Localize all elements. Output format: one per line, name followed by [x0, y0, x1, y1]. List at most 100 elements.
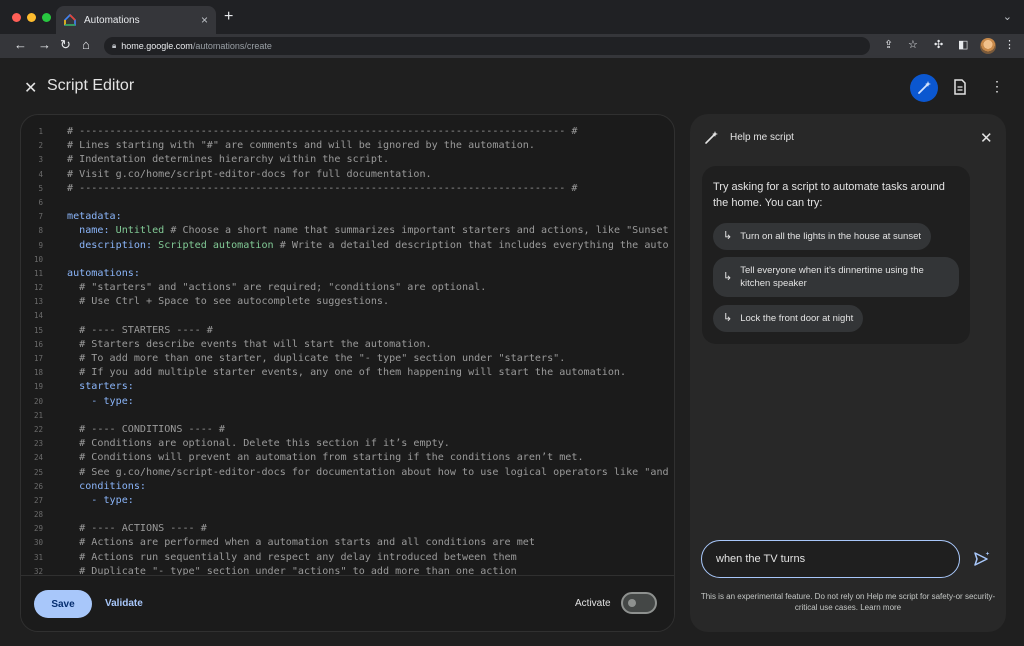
line-number: 29 [33, 524, 43, 534]
line-number: 13 [33, 297, 43, 307]
line-number: 12 [33, 283, 43, 293]
lock-icon: 🔒︎ [112, 41, 117, 50]
window-close-button[interactable] [12, 13, 21, 22]
code-line: 8 name: Untitled # Choose a short name t… [21, 224, 674, 238]
code-text: # ---- CONDITIONS ---- # [67, 423, 225, 437]
code-line: 26 conditions: [21, 480, 674, 494]
bookmark-star-icon[interactable]: ☆ [908, 38, 918, 51]
extensions-icon[interactable]: ✣ [934, 38, 943, 51]
code-line: 15 # ---- STARTERS ---- # [21, 324, 674, 338]
forward-arrow-icon[interactable]: → [38, 37, 51, 52]
code-text: description: Scripted automation # Write… [67, 239, 669, 253]
address-bar[interactable]: 🔒︎ home.google.com /automations/create [104, 37, 870, 55]
save-button[interactable]: Save [34, 590, 92, 618]
code-token-comment: # --------------------------------------… [67, 126, 578, 137]
line-number: 27 [33, 495, 43, 505]
line-number: 19 [33, 382, 43, 392]
suggestion-text: Lock the front door at night [740, 313, 854, 324]
close-icon[interactable]: ✕ [980, 129, 993, 147]
disclaimer-text: This is an experimental feature. Do not … [700, 592, 996, 612]
magic-wand-icon [705, 131, 718, 144]
code-token-comment: # Use Ctrl + Space to see autocomplete s… [67, 296, 390, 308]
close-icon[interactable]: ✕ [24, 78, 37, 98]
code-token-comment: # Lines starting with "#" are comments a… [67, 140, 535, 152]
window-maximize-button[interactable] [42, 13, 51, 22]
send-icon[interactable] [973, 550, 991, 568]
line-number: 1 [38, 127, 43, 136]
code-text: # ---- ACTIONS ---- # [67, 522, 207, 536]
url-host: home.google.com [121, 41, 193, 51]
back-arrow-icon[interactable]: ← [14, 37, 27, 52]
line-number: 3 [38, 155, 43, 165]
code-line: 4 # Visit g.co/home/script-editor-docs fo… [21, 168, 674, 182]
reload-icon[interactable]: ↻ [60, 37, 71, 53]
share-icon[interactable]: ⇪ [884, 38, 893, 51]
help-me-script-panel: Help me script ✕ Try asking for a script… [690, 114, 1006, 632]
code-line: 1 # -------------------------------------… [21, 125, 674, 139]
code-token-comment: # ---- ACTIONS ---- # [67, 523, 207, 535]
code-token-comment: # To add more than one starter, duplicat… [67, 353, 566, 364]
line-number: 8 [38, 226, 43, 236]
suggestion-chip[interactable]: ↳ Tell everyone when it’s dinnertime usi… [713, 257, 959, 297]
code-token-val: Untitled [115, 225, 165, 237]
code-line: 21 [21, 409, 674, 423]
code-text: # Conditions are optional. Delete this s… [67, 437, 450, 451]
document-icon[interactable] [953, 79, 967, 95]
code-text: # See g.co/home/script-editor-docs for d… [67, 466, 668, 480]
code-token-comment: # Indentation determines hierarchy withi… [67, 154, 390, 166]
code-line: 17 # To add more than one starter, dupli… [21, 352, 674, 366]
code-token-comment: # Write a detailed description that incl… [273, 239, 669, 251]
line-number: 26 [33, 481, 43, 491]
activate-label: Activate [575, 598, 611, 609]
tab-search-chevron-icon[interactable]: ⌄ [1003, 10, 1012, 23]
code-token-key: description: [67, 239, 159, 251]
code-line: 32 # Duplicate "- type" section under "a… [21, 565, 674, 575]
help-me-script-button[interactable] [910, 74, 938, 102]
code-token-comment: # ---- STARTERS ---- # [67, 324, 213, 336]
browser-tab[interactable]: Automations × [56, 6, 216, 34]
activate-toggle[interactable] [621, 592, 657, 614]
browser-menu-icon[interactable]: ⋮ [1004, 38, 1015, 51]
code-text: metadata: [67, 210, 122, 224]
code-text: name: Untitled # Choose a short name tha… [67, 224, 669, 238]
line-number: 21 [33, 410, 43, 420]
line-number: 10 [33, 254, 43, 264]
validate-button[interactable]: Validate [105, 598, 143, 609]
code-text: starters: [67, 380, 134, 394]
code-line: 11 automations: [21, 267, 674, 281]
line-number: 17 [33, 354, 43, 363]
code-line: 18 # If you add multiple starter events,… [21, 366, 674, 380]
line-number: 2 [38, 141, 43, 151]
line-number: 24 [33, 453, 43, 463]
code-line: 3 # Indentation determines hierarchy with… [21, 153, 674, 167]
code-area[interactable]: 1 # -------------------------------------… [21, 125, 674, 575]
side-panel-icon[interactable]: ◧ [958, 38, 968, 51]
code-token-comment: # Actions are performed when a automatio… [67, 537, 535, 549]
line-number: 9 [38, 240, 43, 250]
browser-tab-bar: Automations × + ⌄ [0, 0, 1024, 34]
more-vert-icon[interactable]: ⋮ [990, 78, 1004, 95]
code-text: # ---- STARTERS ---- # [67, 324, 213, 338]
window-minimize-button[interactable] [27, 13, 36, 22]
code-text: # Conditions will prevent an automation … [67, 451, 583, 465]
code-line: 31 # Actions run sequentially and respec… [21, 551, 674, 565]
code-text: # Visit g.co/home/script-editor-docs for… [67, 168, 432, 182]
code-text: # Indentation determines hierarchy withi… [67, 153, 389, 167]
profile-avatar[interactable] [980, 38, 996, 54]
home-icon[interactable]: ⌂ [82, 37, 90, 52]
tab-close-icon[interactable]: × [201, 13, 208, 27]
new-tab-button[interactable]: + [224, 8, 233, 26]
suggestion-text: Turn on all the lights in the house at s… [740, 231, 922, 242]
code-token-comment: # "starters" and "actions" are required;… [67, 282, 487, 294]
code-text: # "starters" and "actions" are required;… [67, 281, 486, 295]
suggestion-intro: Try asking for a script to automate task… [713, 181, 945, 209]
prompt-input[interactable] [701, 540, 960, 578]
code-text: # Starters describe events that will sta… [67, 338, 431, 352]
suggestion-chip[interactable]: ↳ Lock the front door at night [713, 305, 864, 332]
line-number: 14 [33, 311, 43, 321]
browser-tab-title: Automations [84, 14, 140, 26]
suggestion-chip[interactable]: ↳ Turn on all the lights in the house at… [713, 223, 932, 250]
code-line: 25 # See g.co/home/script-editor-docs fo… [21, 466, 674, 480]
code-line: 20 - type: [21, 395, 674, 409]
code-token-key: name: [67, 225, 116, 237]
